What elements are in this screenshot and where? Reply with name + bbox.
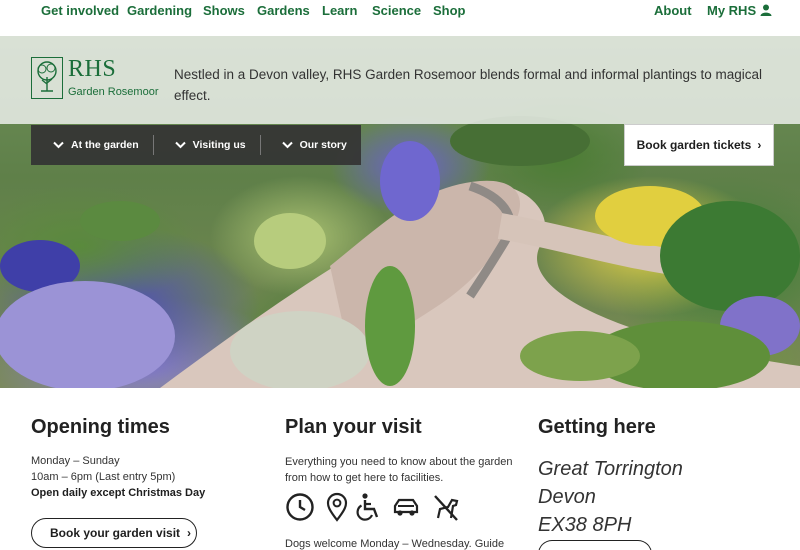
tab-our-story[interactable]: Our story	[259, 125, 361, 165]
getting-here-title: Getting here	[538, 416, 656, 438]
book-visit-label: Book your garden visit	[50, 526, 181, 540]
book-garden-tickets-button[interactable]: Book garden tickets ›	[624, 124, 774, 166]
map-pin-icon[interactable]	[322, 492, 352, 522]
garden-intro-text: Nestled in a Devon valley, RHS Garden Ro…	[174, 67, 763, 103]
nav-shop[interactable]: Shop	[433, 3, 466, 18]
logo-rhs-text: RHS	[68, 56, 117, 82]
car-icon[interactable]	[391, 492, 421, 522]
dogs-policy-text: Dogs welcome Monday – Wednesday. Guide	[285, 538, 505, 550]
nav-about[interactable]: About	[654, 3, 692, 18]
tab-at-the-garden[interactable]: At the garden	[31, 125, 153, 165]
top-navigation: Get involved Gardening Shows Gardens Lea…	[0, 0, 800, 36]
plan-your-visit-section: Plan your visit Everything you need to k…	[285, 416, 525, 486]
tab-visiting-us[interactable]: Visiting us	[152, 125, 260, 165]
garden-sub-navigation: At the garden Visiting us Our story	[31, 125, 361, 165]
tab-label: Visiting us	[192, 139, 246, 151]
nav-get-involved[interactable]: Get involved	[41, 3, 119, 18]
book-tickets-label: Book garden tickets	[636, 138, 752, 152]
wheelchair-icon[interactable]	[353, 492, 383, 522]
nav-gardens[interactable]: Gardens	[257, 3, 310, 18]
tab-label: At the garden	[71, 139, 139, 151]
getting-here-section: Getting here Great Torrington Devon EX38…	[538, 416, 778, 539]
plan-visit-description: Everything you need to know about the ga…	[285, 456, 513, 484]
clock-icon[interactable]	[285, 492, 315, 522]
tree-logo-icon	[31, 57, 63, 99]
user-icon	[760, 4, 772, 16]
nav-learn[interactable]: Learn	[322, 3, 357, 18]
opening-hours: 10am – 6pm (Last entry 5pm)	[31, 471, 176, 483]
nav-shows[interactable]: Shows	[203, 3, 245, 18]
logo-garden-name: Garden Rosemoor	[68, 86, 159, 98]
chevron-down-icon	[174, 141, 186, 149]
getting-here-button[interactable]	[538, 540, 652, 550]
chevron-down-icon	[281, 141, 293, 149]
plan-visit-title: Plan your visit	[285, 416, 422, 438]
chevron-down-icon	[53, 141, 64, 149]
rhs-logo[interactable]: RHS Garden Rosemoor	[31, 56, 161, 103]
hero-garden-image: RHS Garden Rosemoor Nestled in a Devon v…	[0, 36, 800, 388]
opening-times-section: Opening times Monday – Sunday 10am – 6pm…	[31, 416, 261, 501]
nav-gardening[interactable]: Gardening	[127, 3, 192, 18]
no-dogs-icon[interactable]	[431, 492, 461, 522]
opening-times-title: Opening times	[31, 416, 170, 438]
opening-days: Monday – Sunday	[31, 455, 120, 467]
address-postcode: EX38 8PH	[538, 514, 632, 536]
address-county: Devon	[538, 486, 596, 508]
address-town: Great Torrington	[538, 458, 683, 480]
facility-icons	[285, 492, 475, 524]
book-your-garden-visit-button[interactable]: Book your garden visit ›	[31, 518, 197, 548]
my-rhs-label: My RHS	[707, 3, 757, 18]
chevron-right-icon: ›	[757, 138, 762, 152]
nav-science[interactable]: Science	[372, 3, 421, 18]
nav-my-rhs[interactable]: My RHS	[707, 3, 772, 18]
opening-note: Open daily except Christmas Day	[31, 487, 206, 499]
chevron-right-icon: ›	[187, 526, 192, 540]
tab-label: Our story	[299, 139, 347, 151]
